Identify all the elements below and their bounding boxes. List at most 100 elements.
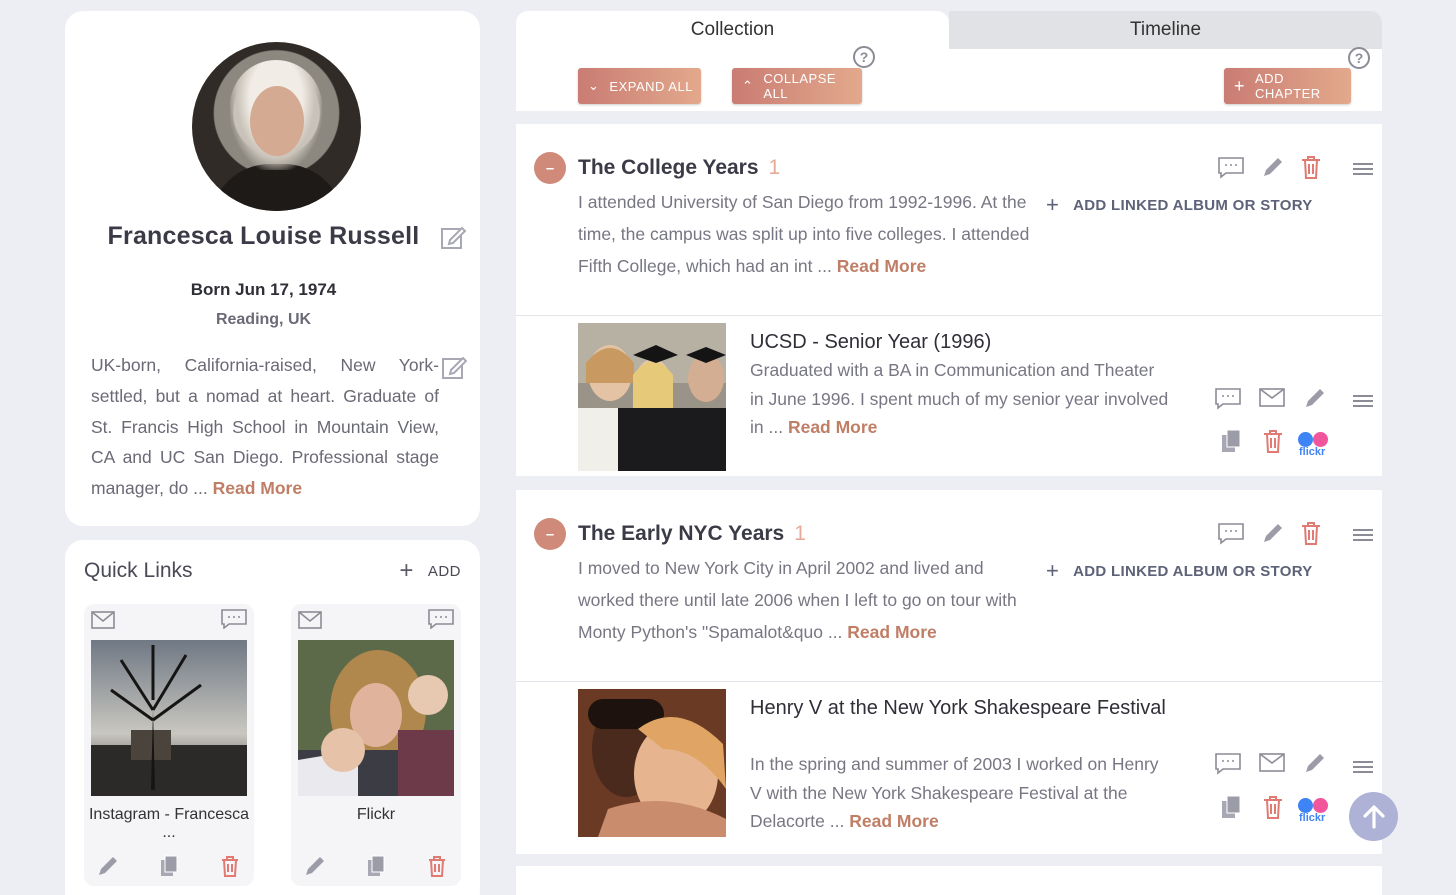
comment-icon[interactable] [221, 609, 247, 629]
quick-links-add-button[interactable]: + ADD [399, 557, 461, 585]
chapter-item-count: 1 [794, 522, 806, 545]
story-title[interactable]: Henry V at the New York Shakespeare Fest… [750, 694, 1170, 722]
chapter-description: I attended University of San Diego from … [578, 186, 1040, 282]
story-read-more-link[interactable]: Read More [849, 811, 938, 831]
mail-icon[interactable] [298, 611, 322, 629]
chapter-read-more-link[interactable]: Read More [837, 256, 926, 276]
collection-toolbar: ⌄ EXPAND ALL ⌃ COLLAPSE ALL ? + ADD CHAPTER… [516, 46, 1382, 111]
tab-collection[interactable]: Collection [516, 11, 949, 49]
profile-read-more-link[interactable]: Read More [213, 478, 302, 498]
collapse-chapter-button[interactable]: – [534, 152, 566, 184]
edit-pencil-icon[interactable] [1260, 520, 1286, 546]
add-linked-album-button[interactable]: + ADD LINKED ALBUM OR STORY [1046, 192, 1313, 218]
story-photo[interactable] [578, 323, 726, 471]
quick-links-title: Quick Links [84, 559, 193, 582]
chapter-title-text: The Early NYC Years [578, 522, 785, 545]
edit-pencil-icon[interactable] [1260, 154, 1286, 180]
flickr-icon[interactable]: flickr [1297, 431, 1331, 461]
chapter-item-count: 1 [768, 156, 781, 179]
chapter-description-text: I moved to New York City in April 2002 a… [578, 558, 1017, 642]
collapse-all-button[interactable]: ⌃ COLLAPSE ALL [732, 68, 862, 104]
add-linked-album-label: ADD LINKED ALBUM OR STORY [1073, 562, 1313, 580]
duplicate-icon[interactable] [364, 854, 388, 878]
edit-pencil-icon[interactable] [96, 854, 120, 878]
duplicate-icon[interactable] [1218, 794, 1244, 820]
edit-pencil-icon[interactable] [1302, 750, 1328, 776]
flickr-icon[interactable]: flickr [1297, 797, 1331, 827]
profile-birth-date: Born Jun 17, 1974 [190, 280, 337, 299]
chapter-description-text: I attended University of San Diego from … [578, 192, 1030, 276]
quick-link-item[interactable]: Instagram - Francesca ... [84, 604, 254, 886]
edit-bio-icon[interactable] [441, 354, 468, 380]
edit-pencil-icon[interactable] [303, 854, 327, 878]
next-chapter-card [516, 866, 1382, 895]
scroll-to-top-button[interactable] [1349, 792, 1398, 841]
edit-pencil-icon[interactable] [1302, 385, 1328, 411]
quick-links-card: Quick Links + ADD Instagram - Francesca .… [65, 540, 480, 895]
mail-icon[interactable] [91, 611, 115, 629]
comment-icon[interactable] [428, 609, 454, 629]
quick-link-item[interactable]: Flickr [291, 604, 461, 886]
trash-icon[interactable] [425, 854, 449, 878]
mail-icon[interactable] [1259, 750, 1285, 776]
trash-icon[interactable] [1298, 154, 1324, 180]
chevron-up-icon: ⌃ [742, 78, 754, 93]
drag-handle-icon[interactable] [1350, 388, 1376, 414]
plus-icon: + [399, 557, 414, 584]
story-description-text: In the spring and summer of 2003 I worke… [750, 754, 1159, 831]
add-linked-album-button[interactable]: + ADD LINKED ALBUM OR STORY [1046, 558, 1313, 584]
instagram-thumbnail[interactable] [91, 640, 247, 796]
collapse-chapter-button[interactable]: – [534, 518, 566, 550]
chevron-down-icon: ⌄ [588, 78, 600, 93]
profile-bio: UK-born, California-raised, New York-set… [91, 350, 439, 504]
story-card: Henry V at the New York Shakespeare Fest… [516, 681, 1382, 854]
help-icon[interactable]: ? [1348, 47, 1370, 69]
expand-all-button[interactable]: ⌄ EXPAND ALL [578, 68, 701, 104]
chapter-title-text: The College Years [578, 156, 759, 179]
plus-icon: + [1046, 192, 1060, 217]
story-read-more-link[interactable]: Read More [788, 417, 877, 437]
help-icon[interactable]: ? [853, 46, 875, 68]
comment-icon[interactable] [1215, 385, 1241, 411]
drag-handle-icon[interactable] [1350, 522, 1376, 548]
tab-timeline[interactable]: Timeline [949, 11, 1382, 49]
trash-icon[interactable] [1260, 428, 1286, 454]
trash-icon[interactable] [218, 854, 242, 878]
quick-link-label: Flickr [356, 806, 396, 823]
story-title[interactable]: UCSD - Senior Year (1996) [750, 328, 1170, 356]
quick-link-label: Instagram - Francesca ... [88, 806, 250, 841]
chapter-card: – The College Years 1 I attended Universi… [516, 124, 1382, 315]
add-chapter-button[interactable]: + ADD CHAPTER [1224, 68, 1351, 104]
profile-card: Francesca Louise Russell Born Jun 17, 19… [65, 11, 480, 526]
chapter-title[interactable]: The College Years 1 [578, 156, 780, 180]
chapter-description: I moved to New York City in April 2002 a… [578, 552, 1040, 648]
duplicate-icon[interactable] [1218, 428, 1244, 454]
add-chapter-label: ADD CHAPTER [1255, 71, 1321, 101]
trash-icon[interactable] [1298, 520, 1324, 546]
chapter-card: – The Early NYC Years 1 I moved to New Yo… [516, 490, 1382, 681]
expand-all-label: EXPAND ALL [609, 78, 693, 94]
chapter-title[interactable]: The Early NYC Years 1 [578, 522, 806, 546]
story-card: UCSD - Senior Year (1996) Graduated with… [516, 315, 1382, 476]
plus-icon: + [1234, 75, 1246, 96]
trash-icon[interactable] [1260, 794, 1286, 820]
duplicate-icon[interactable] [157, 854, 181, 878]
view-tabs: Collection Timeline [516, 11, 1382, 49]
arrow-up-icon [1362, 804, 1385, 829]
comment-icon[interactable] [1215, 750, 1241, 776]
chapter-read-more-link[interactable]: Read More [847, 622, 936, 642]
plus-icon: + [1046, 558, 1060, 583]
flickr-thumbnail[interactable] [298, 640, 454, 796]
quick-links-add-label: ADD [427, 562, 461, 580]
drag-handle-icon[interactable] [1350, 156, 1376, 182]
drag-handle-icon[interactable] [1350, 754, 1376, 780]
story-description: In the spring and summer of 2003 I worke… [750, 750, 1170, 836]
comment-icon[interactable] [1218, 520, 1244, 546]
edit-name-icon[interactable] [440, 224, 467, 250]
flickr-icon-label: flickr [1299, 812, 1326, 824]
profile-name: Francesca Louise Russell [107, 222, 420, 250]
story-photo[interactable] [578, 689, 726, 837]
comment-icon[interactable] [1218, 154, 1244, 180]
mail-icon[interactable] [1259, 385, 1285, 411]
collapse-all-label: COLLAPSE ALL [763, 71, 837, 101]
